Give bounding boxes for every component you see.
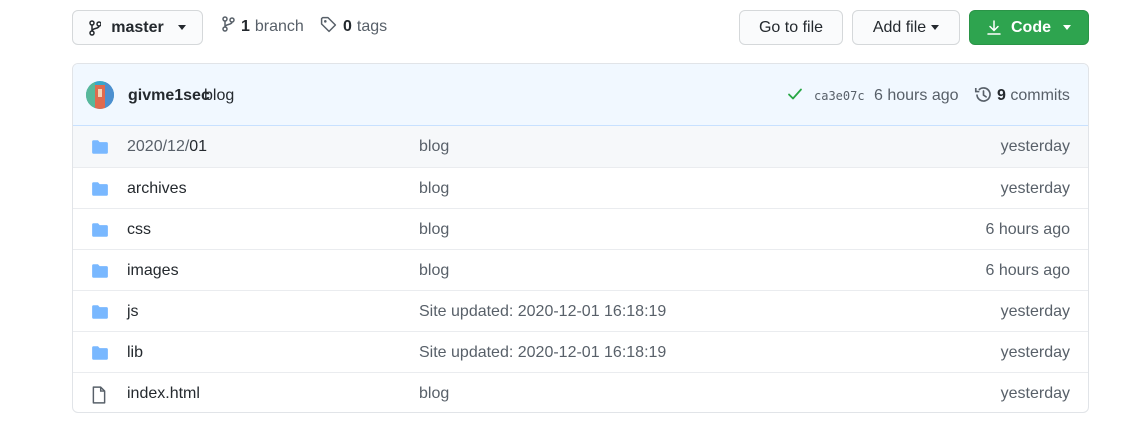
file-commit-message[interactable]: blog (419, 385, 449, 403)
tag-word: tags (356, 18, 388, 35)
chevron-down-icon (931, 25, 940, 30)
chevron-down-icon (177, 25, 186, 30)
file-name: images (127, 262, 179, 279)
file-name-prefix: 2020/12/ (127, 138, 190, 155)
file-name: index.html (127, 385, 200, 402)
folder-icon (91, 345, 109, 366)
code-label: Code (1011, 18, 1051, 36)
file-row[interactable]: index.html blog yesterday (73, 372, 1088, 412)
file-row[interactable]: 2020/12/01 blog yesterday (73, 126, 1088, 167)
commit-time: 6 hours ago (874, 87, 959, 104)
folder-icon (91, 263, 109, 284)
file-commit-message[interactable]: blog (419, 262, 449, 280)
file-row[interactable]: lib Site updated: 2020-12-01 16:18:19 yest… (73, 331, 1088, 372)
file-name: js (127, 303, 139, 320)
file-name: archives (127, 180, 187, 197)
commits-link[interactable]: 9 commits (997, 87, 1070, 105)
file-commit-message[interactable]: Site updated: 2020-12-01 16:18:19 (419, 344, 666, 362)
latest-commit-header: givme1sec blog ca3e07c 6 hours ago 9 com… (73, 64, 1088, 126)
file-name-link[interactable]: images (127, 262, 179, 280)
chevron-down-icon (1063, 25, 1071, 30)
commit-sha[interactable]: ca3e07c (814, 89, 865, 103)
file-name: css (127, 221, 151, 238)
file-name: 01 (189, 138, 208, 155)
folder-icon (91, 181, 109, 202)
check-icon[interactable] (787, 86, 803, 107)
code-button[interactable]: Code (969, 10, 1089, 45)
branch-select-button[interactable]: master (72, 10, 203, 45)
file-row[interactable]: css blog 6 hours ago (73, 208, 1088, 249)
file-commit-age: yesterday (1000, 303, 1070, 320)
folder-icon (91, 139, 109, 160)
branch-count: 1 (241, 17, 250, 35)
file-row[interactable]: images blog 6 hours ago (73, 249, 1088, 290)
file-commit-message[interactable]: blog (419, 180, 449, 198)
file-name-link[interactable]: lib (127, 344, 143, 362)
folder-icon (91, 222, 109, 243)
file-browser: givme1sec blog ca3e07c 6 hours ago 9 com… (72, 63, 1089, 413)
file-commit-message[interactable]: Site updated: 2020-12-01 16:18:19 (419, 303, 666, 321)
tag-count: 0 (343, 18, 352, 35)
file-commit-age: yesterday (1000, 180, 1070, 197)
go-to-file-label: Go to file (758, 18, 824, 36)
folder-icon (91, 304, 109, 325)
commit-message[interactable]: blog (204, 87, 234, 105)
file-row[interactable]: archives blog yesterday (73, 167, 1088, 208)
file-commit-age: yesterday (1000, 385, 1070, 402)
git-branch-icon (89, 19, 102, 36)
history-icon[interactable] (974, 85, 993, 109)
file-commit-message[interactable]: blog (419, 138, 449, 156)
file-name-link[interactable]: js (127, 303, 139, 321)
branch-name: master (111, 18, 164, 36)
tag-icon (320, 16, 337, 38)
commit-count: 9 (997, 87, 1006, 104)
avatar[interactable] (86, 81, 114, 109)
go-to-file-button[interactable]: Go to file (739, 10, 843, 45)
file-name-link[interactable]: archives (127, 180, 187, 198)
git-branch-icon (221, 16, 235, 37)
file-icon (91, 386, 107, 409)
tags-link[interactable]: 0 tags (320, 16, 387, 38)
commit-word: commits (1010, 87, 1070, 104)
file-commit-age: yesterday (1000, 344, 1070, 361)
commit-author[interactable]: givme1sec (128, 87, 210, 105)
file-commit-age: 6 hours ago (985, 221, 1070, 238)
add-file-button[interactable]: Add file (852, 10, 960, 45)
file-name-link[interactable]: 2020/12/01 (127, 138, 207, 156)
file-commit-age: yesterday (1000, 138, 1070, 155)
file-name-link[interactable]: index.html (127, 385, 200, 403)
add-file-label: Add file (872, 18, 927, 36)
file-name: lib (127, 344, 144, 361)
file-commit-age: 6 hours ago (985, 262, 1070, 279)
file-name-link[interactable]: css (127, 221, 151, 239)
file-commit-message[interactable]: blog (419, 221, 449, 239)
branch-word: branch (254, 17, 304, 35)
branches-link[interactable]: 1 branch (221, 16, 304, 37)
download-icon (987, 19, 1001, 36)
file-list: 2020/12/01 blog yesterday archives blog yeste… (73, 126, 1088, 412)
file-row[interactable]: js Site updated: 2020-12-01 16:18:19 yeste… (73, 290, 1088, 331)
